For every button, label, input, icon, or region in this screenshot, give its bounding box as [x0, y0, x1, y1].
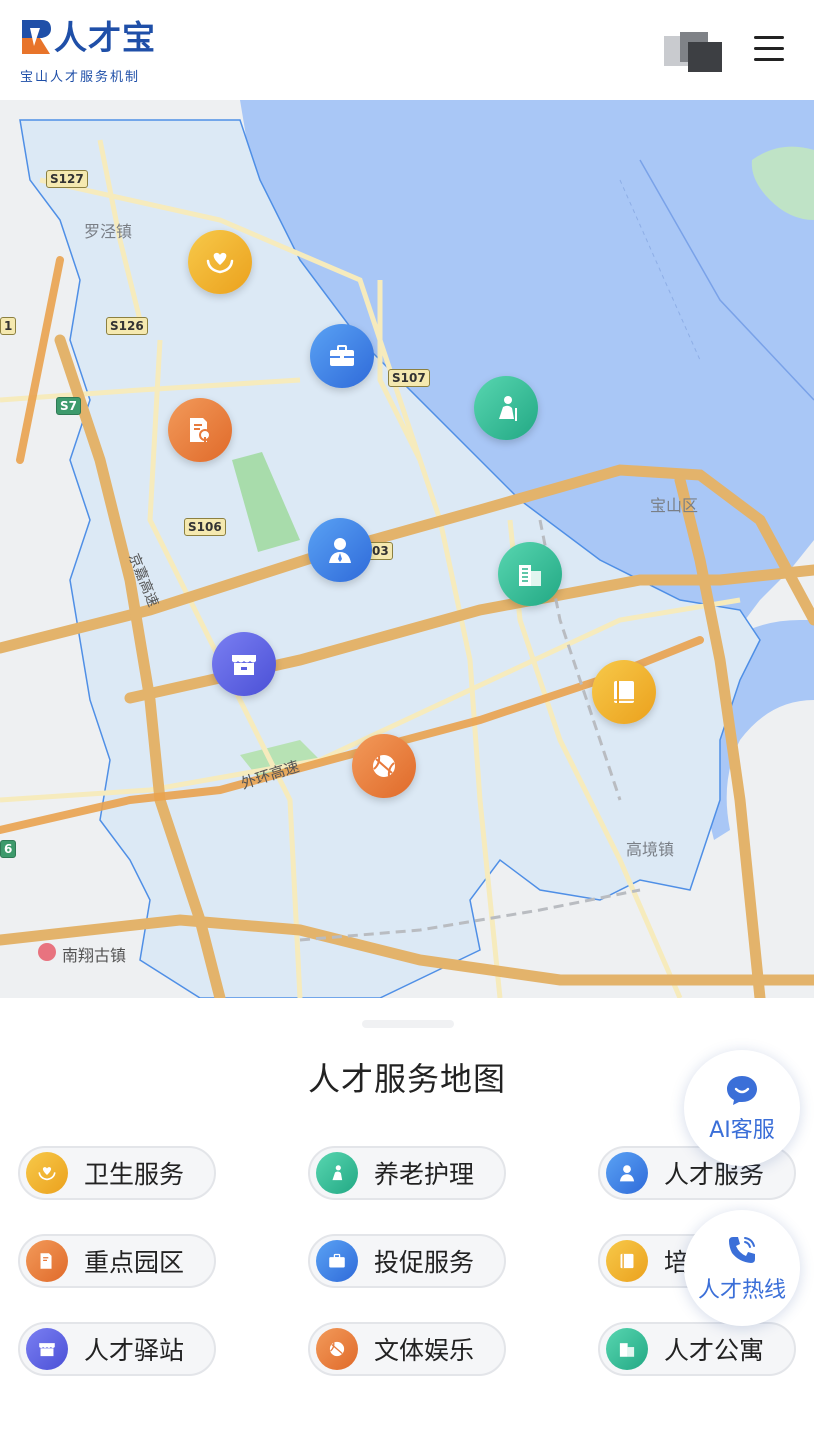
category-panel: 人才服务地图 卫生服务 养老护理 人才服务 重点园区 投促服务 培 人才驿站 文… — [0, 998, 814, 1456]
drag-handle[interactable] — [362, 1020, 454, 1028]
phone-icon — [729, 1237, 755, 1263]
road-badge-s107: S107 — [388, 369, 430, 387]
map-marker-park[interactable] — [168, 398, 232, 462]
document-tree-icon — [190, 418, 211, 442]
logo-icon — [22, 20, 51, 54]
heart-hands-icon — [206, 252, 234, 274]
place-label-luojing: 罗泾镇 — [84, 222, 133, 241]
category-label: 投促服务 — [374, 1248, 475, 1277]
cube-icon[interactable] — [664, 32, 724, 72]
chat-bubble-icon — [727, 1076, 757, 1105]
person-icon — [606, 1152, 648, 1194]
elderly-icon — [316, 1152, 358, 1194]
category-investment[interactable]: 投促服务 — [308, 1234, 506, 1288]
building-icon — [519, 565, 541, 586]
shop-icon — [232, 655, 256, 675]
map-marker-talent[interactable] — [308, 518, 372, 582]
category-station[interactable]: 人才驿站 — [18, 1322, 216, 1376]
header-actions — [664, 30, 784, 74]
road-badge-s126: S126 — [106, 317, 148, 335]
hotline-button[interactable]: 人才热线 — [684, 1210, 800, 1326]
category-label: 人才公寓 — [664, 1336, 765, 1365]
shop-icon — [26, 1328, 68, 1370]
category-apartment[interactable]: 人才公寓 — [598, 1322, 796, 1376]
category-label: 重点园区 — [84, 1248, 185, 1277]
map-marker-elderly[interactable] — [474, 376, 538, 440]
logo-title: 人才宝 — [54, 18, 156, 57]
briefcase-icon — [330, 345, 354, 366]
road-badge-s7: S7 — [56, 397, 81, 415]
map-marker-training[interactable] — [592, 660, 656, 724]
heart-hands-icon — [26, 1152, 68, 1194]
map-marker-station[interactable] — [212, 632, 276, 696]
place-label-gaojing: 高境镇 — [626, 840, 675, 859]
hotline-label: 人才热线 — [697, 1278, 786, 1303]
road-badge-left-1: 1 — [0, 317, 17, 335]
elderly-icon — [499, 396, 517, 421]
road-badge-left-6: 6 — [0, 840, 17, 858]
category-label: 卫生服务 — [84, 1160, 185, 1189]
place-label-nanxiang: 南翔古镇 — [62, 946, 127, 965]
map-marker-sports[interactable] — [352, 734, 416, 798]
person-icon — [329, 538, 351, 563]
category-label: 养老护理 — [374, 1160, 475, 1189]
book-icon — [614, 681, 634, 703]
category-park[interactable]: 重点园区 — [18, 1234, 216, 1288]
place-label-baoshan: 宝山区 — [650, 496, 699, 515]
ball-icon — [316, 1328, 358, 1370]
ball-icon — [373, 755, 395, 777]
building-icon — [606, 1328, 648, 1370]
map-marker-investment[interactable] — [310, 324, 374, 388]
app-header: 人才宝 宝山人才服务机制 — [0, 0, 814, 100]
map-marker-health[interactable] — [188, 230, 252, 294]
category-label: 文体娱乐 — [374, 1336, 475, 1365]
ai-service-label: AI客服 — [709, 1118, 775, 1143]
poi-pin-icon — [38, 943, 56, 961]
book-icon — [606, 1240, 648, 1282]
ai-service-button[interactable]: AI客服 — [684, 1050, 800, 1166]
category-label: 人才驿站 — [84, 1336, 185, 1365]
category-elderly[interactable]: 养老护理 — [308, 1146, 506, 1200]
talent-service-map[interactable]: 罗泾镇 宝山区 高境镇 南翔古镇 京嘉高速 外环高速 S127 S126 S7 … — [0, 100, 814, 998]
logo[interactable]: 人才宝 宝山人才服务机制 — [20, 16, 170, 86]
road-badge-s127: S127 — [46, 170, 88, 188]
logo-subtitle: 宝山人才服务机制 — [20, 70, 141, 85]
briefcase-icon — [316, 1240, 358, 1282]
document-tree-icon — [26, 1240, 68, 1282]
road-badge-s106: S106 — [184, 518, 226, 536]
menu-icon[interactable] — [748, 34, 784, 64]
category-sports[interactable]: 文体娱乐 — [308, 1322, 506, 1376]
map-marker-apartment[interactable] — [498, 542, 562, 606]
category-health[interactable]: 卫生服务 — [18, 1146, 216, 1200]
